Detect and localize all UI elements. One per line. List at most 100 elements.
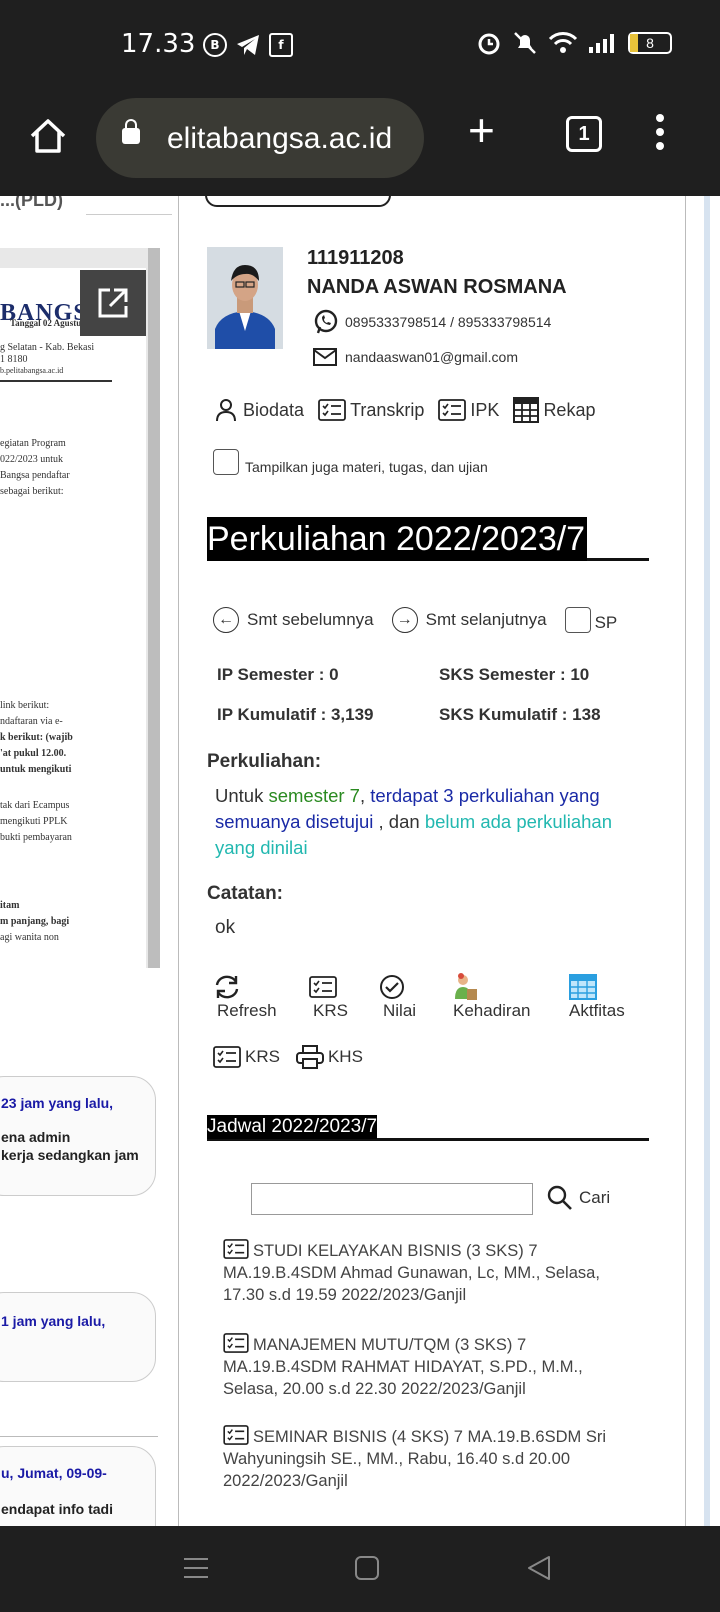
show-materials-option: Tampilkan juga materi, tugas, dan ujian bbox=[213, 449, 488, 475]
show-materials-label: Tampilkan juga materi, tugas, dan ujian bbox=[245, 459, 488, 475]
khs-print-link[interactable]: KHS bbox=[295, 1045, 363, 1069]
greeting-badge: Hai, Selamat Sore bbox=[205, 196, 392, 207]
ip-kumulatif: IP Kumulatif : 3,139 bbox=[217, 705, 374, 724]
ip-semester: IP Semester : 0 bbox=[217, 665, 339, 684]
menu-kebab-icon[interactable] bbox=[656, 114, 664, 156]
doc-site: b.pelitabangsa.ac.id bbox=[0, 366, 64, 375]
summary-text: , dan bbox=[373, 811, 425, 832]
doc-line: 'at pukul 12.00. bbox=[0, 748, 67, 759]
transkrip-label: Transkrip bbox=[350, 399, 425, 420]
tab-divider bbox=[86, 214, 172, 215]
aktivitas-button[interactable]: Aktfitas bbox=[569, 973, 625, 1021]
chat-bubble[interactable]: 1 jam yang lalu, bbox=[0, 1292, 156, 1382]
jadwal-heading: Jadwal 2022/2023/7 bbox=[207, 1115, 649, 1141]
lock-icon bbox=[122, 119, 140, 144]
doc-line: ndaftaran via e- bbox=[0, 716, 63, 727]
open-external-icon bbox=[98, 288, 128, 318]
avatar bbox=[207, 247, 283, 349]
chat-bubble[interactable]: 23 jam yang lalu, ena admin kerja sedang… bbox=[0, 1076, 156, 1196]
rekap-label: Rekap bbox=[543, 399, 596, 420]
address-bar[interactable]: elitabangsa.ac.id bbox=[96, 98, 424, 178]
system-nav-bar bbox=[0, 1526, 720, 1612]
prev-semester-button[interactable]: ← Smt sebelumnya bbox=[213, 607, 374, 633]
jadwal-title: Jadwal 2022/2023/7 bbox=[207, 1115, 378, 1139]
phone-number: 0895333798514 / 895333798514 bbox=[345, 314, 552, 330]
schedule-item[interactable]: MANAJEMEN MUTU/TQM (3 SKS) 7 MA.19.B.4SD… bbox=[223, 1333, 633, 1400]
document-page: BANGSA Tanggal 02 Agustus 2019 g Selatan… bbox=[0, 268, 146, 968]
chat-bubble[interactable]: u, Jumat, 09-09- endapat info tadi bbox=[0, 1446, 156, 1526]
rekap-link[interactable]: Rekap bbox=[513, 397, 595, 423]
doc-line: tak dari Ecampus bbox=[0, 800, 70, 811]
student-card: Hai, Selamat Sore 111911208 NANDA ASWAN … bbox=[178, 196, 686, 1526]
krs-action-button[interactable]: KRS bbox=[309, 973, 348, 1021]
new-tab-button[interactable]: + bbox=[468, 107, 495, 153]
system-icons: 8 bbox=[476, 30, 672, 56]
doc-line: 022/2023 untuk bbox=[0, 454, 64, 465]
printer-icon bbox=[295, 1045, 324, 1069]
person-icon bbox=[216, 399, 236, 422]
notification-icons: B f bbox=[203, 33, 293, 57]
search-button[interactable]: Cari bbox=[547, 1185, 610, 1211]
table-icon bbox=[513, 397, 540, 423]
alarm-icon bbox=[478, 33, 500, 55]
schedule-item[interactable]: STUDI KELAYAKAN BISNIS (3 SKS) 7 MA.19.B… bbox=[223, 1239, 633, 1306]
status-time: 17.33 bbox=[121, 29, 196, 59]
divider bbox=[0, 1436, 158, 1437]
kehadiran-label: Kehadiran bbox=[453, 1001, 531, 1020]
doc-line: bukti pembayaran bbox=[0, 832, 72, 843]
show-materials-checkbox[interactable] bbox=[213, 449, 239, 475]
transkrip-link[interactable]: Transkrip bbox=[318, 397, 424, 423]
home-nav-icon[interactable] bbox=[354, 1554, 380, 1582]
sp-label: SP bbox=[594, 613, 618, 632]
wifi-icon bbox=[548, 32, 578, 53]
khs-print-label: KHS bbox=[327, 1047, 363, 1066]
home-icon[interactable] bbox=[28, 116, 68, 156]
biodata-link[interactable]: Biodata bbox=[213, 397, 304, 423]
semester-link[interactable]: semester 7 bbox=[268, 785, 360, 806]
arrow-left-icon: ← bbox=[213, 607, 239, 633]
schedule-search-input[interactable] bbox=[251, 1183, 533, 1215]
checklist-icon bbox=[223, 1425, 249, 1445]
open-external-button[interactable] bbox=[80, 270, 146, 336]
recents-menu-icon[interactable] bbox=[182, 1554, 210, 1582]
aktivitas-label: Aktfitas bbox=[569, 1001, 625, 1020]
kehadiran-button[interactable]: Kehadiran bbox=[453, 973, 531, 1021]
ipk-link[interactable]: IPK bbox=[438, 397, 499, 423]
doc-line: link berikut: bbox=[0, 700, 50, 711]
krs-print-label: KRS bbox=[245, 1047, 280, 1066]
phone-link[interactable]: 0895333798514 / 895333798514 bbox=[313, 309, 551, 335]
checklist-icon bbox=[223, 1239, 249, 1259]
email-link[interactable]: nandaaswan01@gmail.com bbox=[313, 347, 518, 367]
nilai-button[interactable]: Nilai bbox=[379, 973, 416, 1021]
attendance-icon bbox=[455, 973, 477, 1000]
document-preview[interactable]: BANGSA Tanggal 02 Agustus 2019 g Selatan… bbox=[0, 248, 160, 968]
krs-print-link[interactable]: KRS bbox=[213, 1045, 280, 1069]
schedule-item[interactable]: SEMINAR BISNIS (4 SKS) 7 MA.19.B.6SDM Sr… bbox=[223, 1425, 633, 1492]
url-text[interactable]: elitabangsa.ac.id bbox=[167, 122, 392, 156]
mute-icon bbox=[514, 32, 536, 54]
summary-text: , bbox=[359, 785, 371, 806]
print-links: KRS KHS bbox=[213, 1045, 363, 1069]
tab-switcher-button[interactable]: 1 bbox=[566, 116, 602, 152]
biodata-label: Biodata bbox=[243, 399, 305, 420]
schedule-item-text: SEMINAR BISNIS (4 SKS) 7 MA.19.B.6SDM Sr… bbox=[223, 1428, 607, 1490]
nilai-label: Nilai bbox=[383, 1001, 417, 1020]
battery-icon: 8 bbox=[628, 32, 672, 54]
catatan-value: ok bbox=[215, 917, 236, 938]
perkuliahan-label: Perkuliahan: bbox=[207, 751, 322, 772]
left-tab[interactable]: ...(PLD) bbox=[0, 196, 86, 212]
doc-line: untuk mengikuti bbox=[0, 764, 72, 775]
whatsapp-icon bbox=[314, 309, 338, 334]
prev-semester-label: Smt sebelumnya bbox=[247, 610, 374, 629]
checklist-icon bbox=[213, 1046, 241, 1068]
back-nav-icon[interactable] bbox=[526, 1554, 552, 1582]
student-name: NANDA ASWAN ROSMANA bbox=[307, 276, 567, 298]
next-semester-button[interactable]: → Smt selanjutnya bbox=[391, 607, 547, 633]
doc-line: Bangsa pendaftar bbox=[0, 470, 70, 481]
doc-line: sebagai berikut: bbox=[0, 486, 64, 497]
b-app-icon: B bbox=[203, 33, 227, 57]
refresh-button[interactable]: Refresh bbox=[213, 973, 277, 1021]
perkuliahan-summary: Untuk semester 7, terdapat 3 perkuliahan… bbox=[215, 783, 635, 861]
sp-checkbox[interactable] bbox=[564, 607, 591, 633]
sks-semester: SKS Semester : 10 bbox=[439, 665, 590, 684]
